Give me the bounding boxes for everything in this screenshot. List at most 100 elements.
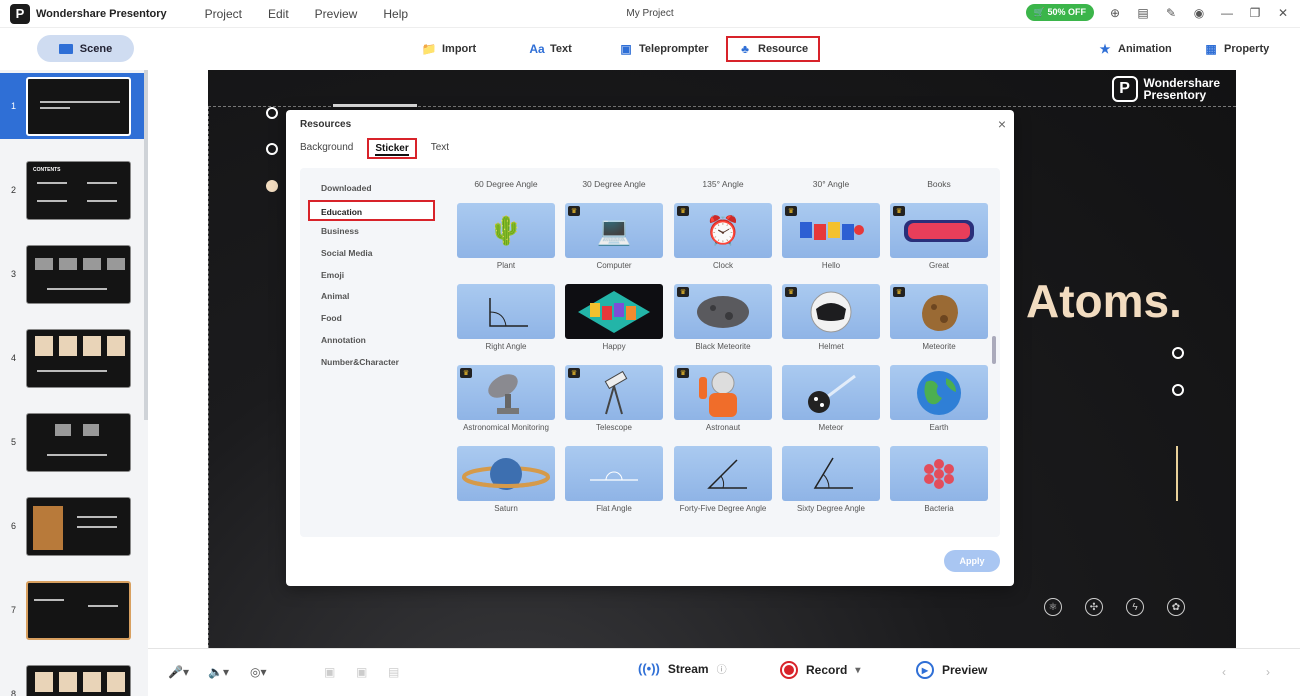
slide-thumbnail[interactable]: 2 CONTENTS [0,157,144,223]
premium-icon: ♛ [568,206,580,216]
menu-edit[interactable]: Edit [268,7,289,21]
sticker-item[interactable]: Happy [565,284,663,360]
sticker-item[interactable]: ♛ Astronomical Monitoring [457,365,555,441]
help-icon[interactable]: ⓘ [717,661,727,676]
sticker-scrollbar[interactable] [992,336,996,364]
apply-button[interactable]: Apply [944,550,1000,572]
sticker-item[interactable]: Sixty Degree Angle [782,446,880,522]
slide-headline[interactable]: Atoms. [1026,274,1182,328]
minimize-icon[interactable]: — [1220,6,1234,20]
resource-button[interactable]: ♣ Resource [726,36,821,62]
sticker-label: Sixty Degree Angle [796,504,866,513]
promo-badge[interactable]: 🛒 50% OFF [1025,4,1094,21]
sticker-item[interactable]: Forty-Five Degree Angle [674,446,772,522]
menu-project[interactable]: Project [205,7,242,21]
promo-label: 50% OFF [1047,7,1086,17]
layout-c-icon[interactable]: ▤ [388,665,399,679]
sticker-item[interactable]: ♛ Black Meteorite [674,284,772,360]
sticker-item[interactable]: Saturn [457,446,555,522]
layout-b-icon[interactable]: ▣ [356,665,367,679]
teleprompter-button[interactable]: ▣ Teleprompter [609,36,718,62]
energy-icon: ϟ [1126,598,1144,616]
record-label: Record [806,663,848,677]
slide-number: 8 [11,689,17,696]
sticker-item[interactable]: 💻 ♛ Computer [565,203,663,279]
tab-text[interactable]: Text [431,138,449,159]
maximize-icon[interactable]: ❐ [1248,6,1262,20]
atom-icon: ⚛ [1044,598,1062,616]
sticker-item[interactable]: Right Angle [457,284,555,360]
category-downloaded[interactable]: Downloaded [300,178,445,200]
sticker-item[interactable]: 🌵 Plant [457,203,555,279]
bottom-bar: 🎤▾ 🔈▾ ◎▾ ▣ ▣ ▤ ((•)) Stream ⓘ Record ▾ ▶… [148,648,1300,696]
text-label: Text [550,43,572,55]
menu-bar: Project Edit Preview Help [205,7,434,21]
category-animal[interactable]: Animal [300,286,445,308]
chevron-right-icon[interactable]: › [1266,665,1270,679]
slide-thumbnail[interactable]: 8 [0,661,144,696]
sticker-item[interactable]: ♛ Astronaut [674,365,772,441]
sticker-label: Computer [596,261,632,270]
menu-preview[interactable]: Preview [315,7,358,21]
chevron-left-icon[interactable]: ‹ [1222,665,1226,679]
sticker-label: Meteorite [922,342,956,351]
avatar-icon[interactable]: ◉ [1192,6,1206,20]
sticker-item[interactable]: Flat Angle [565,446,663,522]
property-button[interactable]: ▦ Property [1194,36,1279,62]
layout-a-icon[interactable]: ▣ [324,665,335,679]
slide-thumbnail[interactable]: 7 [0,577,144,643]
bullet-dot [266,143,278,155]
upload-icon[interactable]: ⊕ [1108,6,1122,20]
sticker-label: Astronomical Monitoring [463,423,549,432]
bullet-dot [1172,347,1184,359]
edit-icon[interactable]: ✎ [1164,6,1178,20]
sticker-item[interactable]: Meteor [782,365,880,441]
slide-panel-scrollbar[interactable] [144,70,148,420]
close-window-icon[interactable]: ✕ [1276,6,1290,20]
category-social-media[interactable]: Social Media [300,243,445,265]
microphone-icon[interactable]: 🎤▾ [168,665,189,679]
sticker-label: Bacteria [924,504,954,513]
stream-button[interactable]: ((•)) Stream ⓘ [638,661,727,676]
close-icon[interactable]: × [998,116,1006,132]
meteorite-icon [922,294,958,331]
sticker-item[interactable]: ♛ Great [890,203,988,279]
sticker-item[interactable]: ♛ Telescope [565,365,663,441]
sticker-item[interactable]: Earth [890,365,988,441]
category-number-character[interactable]: Number&Character [300,352,445,374]
earth-icon [917,370,961,415]
animation-button[interactable]: ★ Animation [1088,36,1182,62]
message-icon[interactable]: ▤ [1136,6,1150,20]
slide-number: 2 [11,185,17,195]
tab-background[interactable]: Background [300,138,353,159]
sticker-item[interactable]: ♛ Hello [782,203,880,279]
flat-angle-icon [590,471,638,481]
sticker-label: Right Angle [485,342,527,351]
category-food[interactable]: Food [300,308,445,330]
stream-label: Stream [667,661,709,676]
category-annotation[interactable]: Annotation [300,330,445,352]
slide-thumbnail[interactable]: 1 [0,73,144,139]
text-button[interactable]: Aa Text [520,36,582,62]
category-emoji[interactable]: Emoji [300,265,445,287]
category-business[interactable]: Business [300,221,445,243]
category-education[interactable]: Education [308,199,435,222]
speaker-icon[interactable]: 🔈▾ [208,665,229,679]
chevron-down-icon[interactable]: ▾ [855,665,860,676]
slide-thumbnail[interactable]: 5 [0,409,144,475]
sticker-item[interactable]: ♛ Meteorite [890,284,988,360]
slide-thumbnail[interactable]: 6 [0,493,144,559]
import-button[interactable]: 📁 Import [412,36,486,62]
menu-help[interactable]: Help [383,7,408,21]
record-button[interactable]: Record ▾ [780,661,860,679]
slide-thumbnail[interactable]: 4 [0,325,144,391]
slide-thumbnail[interactable]: 3 [0,241,144,307]
tab-sticker[interactable]: Sticker [367,138,417,159]
preview-button[interactable]: ▶ Preview [916,661,987,679]
sticker-item[interactable]: Bacteria [890,446,988,522]
sticker-item[interactable]: ♛ Helmet [782,284,880,360]
sticker-item[interactable]: ⏰ ♛ Clock [674,203,772,279]
scene-button[interactable]: Scene [37,35,134,62]
camera-icon[interactable]: ◎▾ [250,665,267,679]
alarm-clock-icon: ⏰ [705,214,741,246]
